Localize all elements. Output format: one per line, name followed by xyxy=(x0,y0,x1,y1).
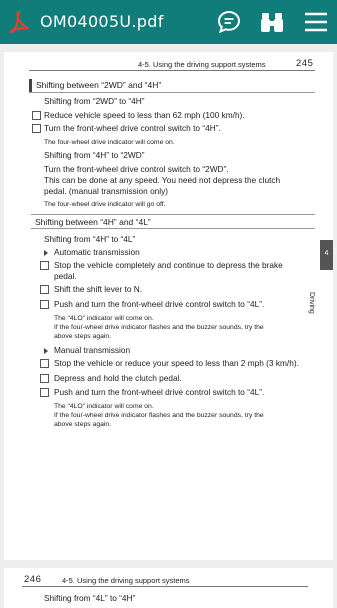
binoculars-icon[interactable] xyxy=(259,9,285,35)
step-text: Reduce vehicle speed to less than 62 mph… xyxy=(44,110,245,120)
subheading: Shifting from “4H” to “2WD” xyxy=(44,150,145,160)
pdf-page-246[interactable]: 246 4-5. Using the driving support syste… xyxy=(4,568,333,608)
note-text: above steps again. xyxy=(54,333,112,340)
step-checkbox xyxy=(40,261,49,270)
section-heading-2wd-4h: Shifting between “2WD” and “4H” xyxy=(29,79,315,93)
step-checkbox xyxy=(32,111,41,120)
chat-icon[interactable] xyxy=(216,9,242,35)
running-header: 4-5. Using the driving support systems xyxy=(62,576,190,585)
step-checkbox xyxy=(40,359,49,368)
subheading: Shifting from “4L” to “4H” xyxy=(44,593,136,603)
page-number: 246 xyxy=(24,574,42,585)
step-checkbox xyxy=(40,374,49,383)
section-marker xyxy=(29,79,32,92)
step-text: Shift the shift lever to N. xyxy=(54,284,143,294)
step-checkbox xyxy=(32,124,41,133)
body-text: This can be done at any speed. You need … xyxy=(44,175,281,185)
note-text: The “4LO” indicator will come on. xyxy=(54,403,154,410)
note-text: The four-wheel drive indicator will go o… xyxy=(44,201,166,208)
header-rule xyxy=(22,586,308,587)
step-text: Stop the vehicle completely and continue… xyxy=(54,260,283,270)
section-heading-4h-4l: Shifting between “4H” and “4L” xyxy=(31,214,315,229)
step-checkbox xyxy=(40,300,49,309)
section-title: Shifting between “4H” and “4L” xyxy=(35,217,151,227)
note-text: The four-wheel drive indicator will come… xyxy=(44,139,175,146)
header-rule xyxy=(29,70,315,71)
step-text: Push and turn the front-wheel drive cont… xyxy=(54,387,265,397)
body-text: Turn the front-wheel drive control switc… xyxy=(44,164,229,174)
transmission-label: Manual transmission xyxy=(54,345,131,355)
subheading: Shifting from “4H” to “4L” xyxy=(44,234,136,244)
note-text: above steps again. xyxy=(54,421,112,428)
step-text: Turn the front-wheel drive control switc… xyxy=(44,123,221,133)
note-text: If the four-wheel drive indicator flashe… xyxy=(54,324,264,331)
body-text: pedal. (manual transmission only) xyxy=(44,186,169,196)
running-header: 4-5. Using the driving support systems xyxy=(138,60,266,69)
page-number: 245 xyxy=(296,58,314,69)
transmission-label: Automatic transmission xyxy=(54,247,140,257)
bullet-triangle-icon xyxy=(44,250,48,256)
chapter-tab: 4 xyxy=(320,240,333,270)
top-app-bar: OM04005U.pdf xyxy=(0,0,337,44)
step-text: Stop the vehicle or reduce your speed to… xyxy=(54,358,299,368)
document-title: OM04005U.pdf xyxy=(40,12,164,31)
step-text: pedal. xyxy=(54,271,77,281)
pdf-icon xyxy=(9,10,30,34)
subheading: Shifting from “2WD” to “4H” xyxy=(44,96,145,106)
step-text: Depress and hold the clutch pedal. xyxy=(54,373,182,383)
note-text: If the four-wheel drive indicator flashe… xyxy=(54,412,264,419)
section-title: Shifting between “2WD” and “4H” xyxy=(36,80,162,90)
chapter-label: Driving xyxy=(308,292,315,314)
step-checkbox xyxy=(40,388,49,397)
note-text: The “4LO” indicator will come on. xyxy=(54,315,154,322)
step-text: Push and turn the front-wheel drive cont… xyxy=(54,299,265,309)
bullet-triangle-icon xyxy=(44,348,48,354)
menu-icon[interactable] xyxy=(303,9,329,35)
step-checkbox xyxy=(40,285,49,294)
pdf-page-245[interactable]: 4-5. Using the driving support systems 2… xyxy=(4,52,333,560)
